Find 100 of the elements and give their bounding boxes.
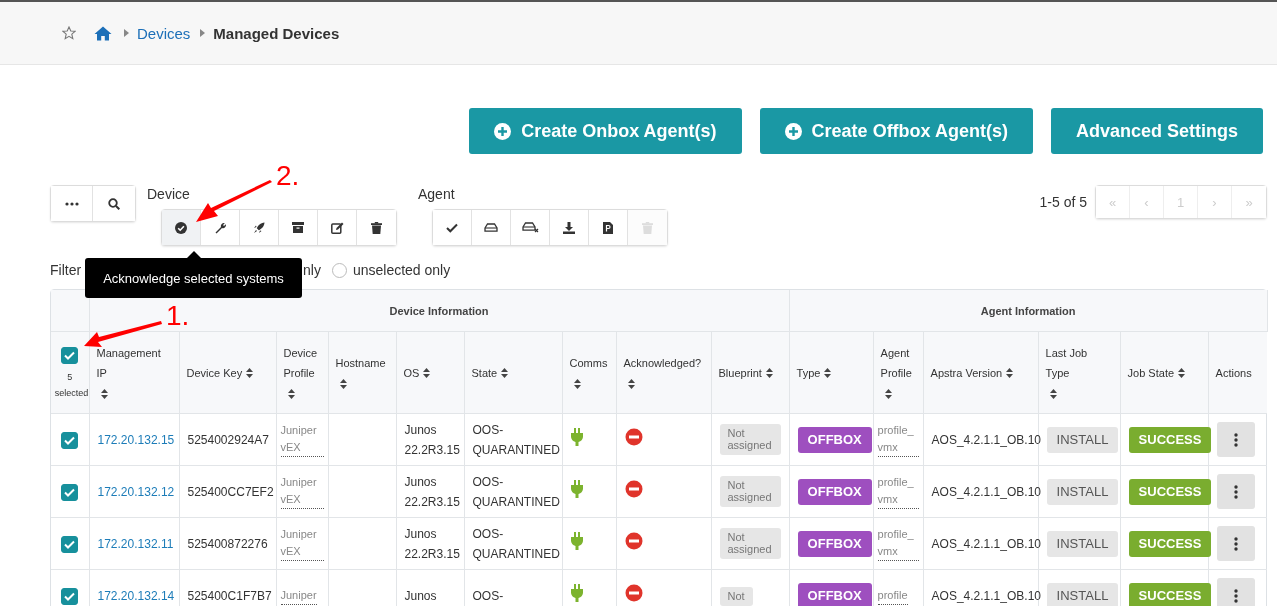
table-cell: 525400C1F7B7 <box>187 588 272 603</box>
trash-icon <box>642 221 653 234</box>
check-circle-icon <box>175 221 187 234</box>
toolbar-button[interactable] <box>240 210 279 245</box>
more-icon <box>64 201 79 206</box>
column-group-header: Device Information <box>389 304 489 317</box>
actions-menu-button[interactable] <box>1216 526 1255 561</box>
column-header: Actions <box>1215 366 1252 382</box>
check-icon <box>64 591 76 601</box>
toolbar-button[interactable] <box>550 210 589 245</box>
home-icon[interactable] <box>94 25 112 41</box>
tooltip-pointer <box>187 251 201 258</box>
sort-icon[interactable] <box>1006 368 1014 379</box>
job-state-badge: SUCCESS <box>1128 530 1212 557</box>
edit-icon <box>330 221 344 234</box>
type-badge: OFFBOX <box>797 478 872 505</box>
sort-icon[interactable] <box>884 388 892 399</box>
sort-icon[interactable] <box>627 379 635 390</box>
check-icon <box>64 487 76 497</box>
job-type-badge: INSTALL <box>1046 478 1119 505</box>
table-cell: Junos 22.2R3.15 <box>404 422 460 457</box>
actions-menu-button[interactable] <box>1216 422 1255 457</box>
column-header[interactable]: Job State <box>1127 363 1175 384</box>
sort-icon[interactable] <box>1049 388 1057 399</box>
sort-icon[interactable] <box>287 388 295 399</box>
row-checkbox[interactable] <box>61 431 79 449</box>
toolbar-button[interactable] <box>511 210 550 245</box>
job-state-badge: SUCCESS <box>1128 478 1212 505</box>
toolbar-button[interactable] <box>589 210 628 245</box>
sort-icon[interactable] <box>501 368 509 379</box>
row-checkbox[interactable] <box>61 587 79 605</box>
plus-circle-icon <box>784 122 802 140</box>
sort-icon[interactable] <box>339 379 347 390</box>
toolbar-button[interactable] <box>279 210 318 245</box>
kebab-icon <box>1233 432 1238 447</box>
actions-menu-button[interactable] <box>1216 474 1255 509</box>
column-header[interactable]: State <box>471 363 498 384</box>
column-header[interactable]: Apstra Version <box>930 363 1003 384</box>
table-cell: 525400872276 <box>187 536 268 551</box>
check-icon <box>64 435 76 445</box>
device-profile: Juniper vEX <box>280 422 324 457</box>
kebab-icon <box>1233 588 1238 603</box>
radio-button[interactable] <box>331 262 347 278</box>
column-header[interactable]: Hostname <box>335 353 386 374</box>
sort-icon[interactable] <box>423 368 431 379</box>
annotation-label: 1. <box>166 300 190 332</box>
annotation-label: 2. <box>276 160 300 192</box>
check-icon <box>64 351 76 361</box>
toolbar-button[interactable] <box>318 210 357 245</box>
drive-icon <box>484 223 498 232</box>
wrench-icon <box>214 221 226 234</box>
breadcrumb-link[interactable]: Devices <box>137 24 191 42</box>
row-checkbox[interactable] <box>61 535 79 553</box>
plus-circle-icon <box>494 122 512 140</box>
chevron-icon <box>124 29 129 37</box>
actions-menu-button[interactable] <box>1216 578 1255 606</box>
device-profile: Juniper <box>280 586 317 605</box>
table-cell: OOS-QUARANTINED <box>472 474 560 509</box>
device-profile: Juniper vEX <box>280 474 324 509</box>
toolbar-button[interactable] <box>162 210 201 245</box>
sort-icon[interactable] <box>246 368 254 379</box>
table-cell: AOS_4.2.1.1_OB.10 <box>931 588 1041 603</box>
trash-icon <box>371 221 382 234</box>
column-header[interactable]: OS <box>403 363 420 384</box>
sort-icon[interactable] <box>1178 368 1186 379</box>
table-cell: OOS- <box>472 588 504 603</box>
table-cell: AOS_4.2.1.1_OB.10 <box>931 484 1041 499</box>
check-icon <box>64 539 76 549</box>
sort-icon[interactable] <box>765 368 773 379</box>
rocket-icon <box>253 221 265 234</box>
select-all-checkbox[interactable] <box>61 347 79 365</box>
agent-profile: profile_vmx <box>877 526 919 561</box>
column-header[interactable]: Device Key <box>186 363 243 384</box>
blueprint-tag: Not assigned <box>719 476 781 507</box>
archive-icon <box>292 222 304 233</box>
download-icon <box>563 221 575 234</box>
job-type-badge: INSTALL <box>1046 582 1119 606</box>
row-checkbox[interactable] <box>61 483 79 501</box>
sort-icon[interactable] <box>824 368 832 379</box>
radio-label[interactable]: unselected only <box>352 262 451 278</box>
table-cell: 525400CC7EF2 <box>187 484 274 499</box>
column-header[interactable]: Comms <box>569 353 608 374</box>
toolbar-button[interactable] <box>472 210 511 245</box>
drive-x-icon <box>521 222 539 233</box>
toolbar-button[interactable] <box>357 210 396 245</box>
radio-label[interactable]: nly <box>303 262 321 278</box>
sort-icon[interactable] <box>573 379 581 390</box>
device-profile: Juniper vEX <box>280 526 324 561</box>
agent-profile: profile_vmx <box>877 474 919 509</box>
search-button[interactable] <box>93 186 135 221</box>
job-state-badge: SUCCESS <box>1128 582 1212 606</box>
column-header[interactable]: Blueprint <box>718 363 762 384</box>
type-badge: OFFBOX <box>797 582 872 606</box>
table-cell: OOS-QUARANTINED <box>472 422 560 457</box>
column-group-header: Agent Information <box>980 304 1076 317</box>
star-icon[interactable] <box>62 26 76 40</box>
sort-icon[interactable] <box>100 388 108 399</box>
filter-label: Filter <box>50 262 83 278</box>
column-header[interactable]: Type <box>796 363 821 384</box>
tooltip: Acknowledge selected systems <box>85 258 302 298</box>
